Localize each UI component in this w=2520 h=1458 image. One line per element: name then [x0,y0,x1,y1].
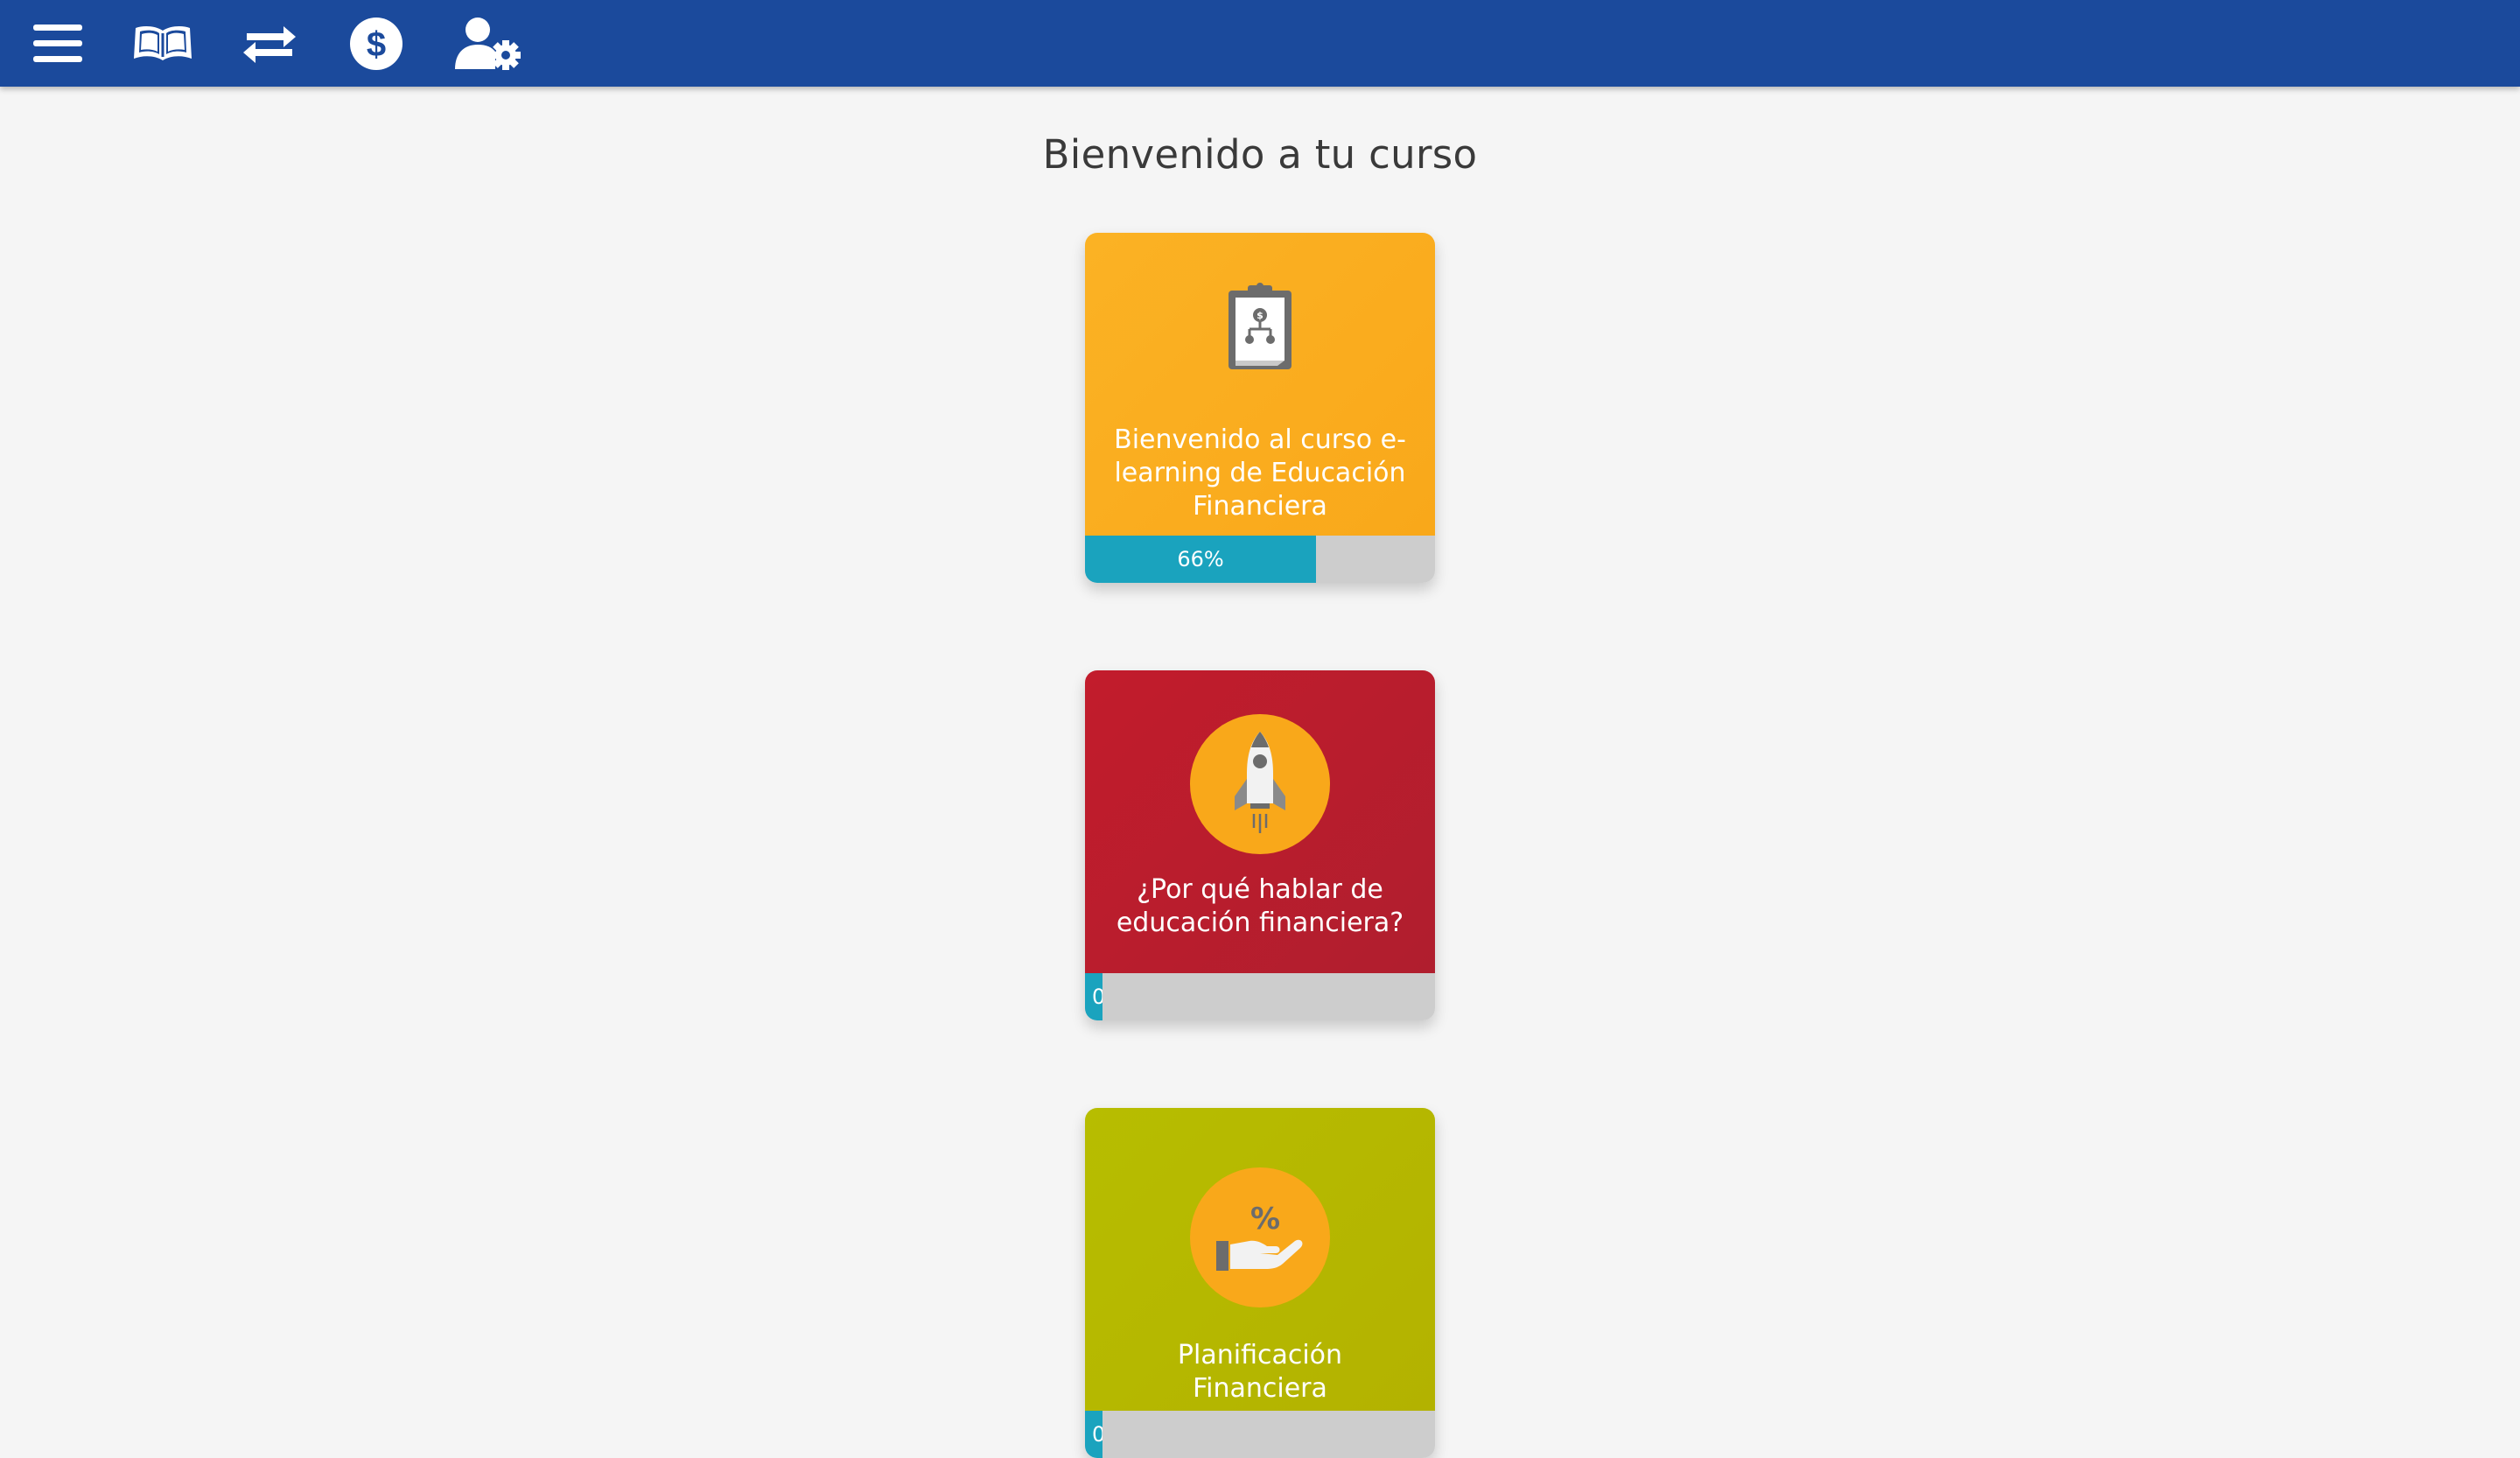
progress-fill: 66% [1085,536,1316,583]
progress-bar: 0% [1085,973,1435,1020]
finance-button[interactable]: $ [348,0,404,87]
module-card-why-financial-education[interactable]: ¿Por qué hablar de educación financiera?… [1085,670,1435,1020]
module-card-body: % Planificación Financiera [1085,1108,1435,1411]
module-card-body: $ Bienvenido al curso e-learning de Educ… [1085,233,1435,536]
transactions-button[interactable] [238,0,301,87]
svg-text:$: $ [1256,310,1264,321]
progress-fill: 0% [1085,973,1102,1020]
module-icon-wrap: $ [1085,282,1435,373]
module-card-body: ¿Por qué hablar de educación financiera? [1085,670,1435,973]
hand-percent-icon: % [1216,1202,1303,1271]
icon-circle: % [1190,1167,1330,1307]
top-navbar: $ [0,0,2520,87]
icon-circle [1190,714,1330,854]
user-settings-button[interactable] [452,0,527,87]
progress-bar: 66% [1085,536,1435,583]
user-settings-icon [455,17,521,70]
rocket-icon [1235,732,1285,833]
module-card-financial-planning[interactable]: % Planificación Financiera 0% [1085,1108,1435,1458]
module-title: ¿Por qué hablar de educación financiera? [1116,874,1404,938]
progress-bar: 0% [1085,1411,1435,1458]
progress-fill: 0% [1085,1411,1102,1458]
module-icon-wrap [1085,714,1435,854]
module-card-welcome[interactable]: $ Bienvenido al curso e-learning de Educ… [1085,233,1435,583]
progress-label: 0% [1092,985,1102,1009]
page-title: Bienvenido a tu curso [1042,131,1478,178]
progress-label: 66% [1177,547,1224,571]
exchange-icon [243,25,296,63]
svg-text:$: $ [367,25,386,64]
courses-button[interactable] [130,0,196,87]
clipboard-icon: $ [1228,283,1292,369]
module-icon-wrap: % [1085,1167,1435,1307]
progress-label: 0% [1092,1422,1102,1447]
svg-text:%: % [1250,1202,1280,1237]
module-title: Bienvenido al curso e-learning de Educac… [1114,424,1406,522]
dollar-icon: $ [350,17,402,70]
module-title: Planificación Financiera [1177,1340,1343,1404]
menu-icon [33,24,82,62]
book-icon [134,25,192,60]
menu-button[interactable] [26,0,89,87]
